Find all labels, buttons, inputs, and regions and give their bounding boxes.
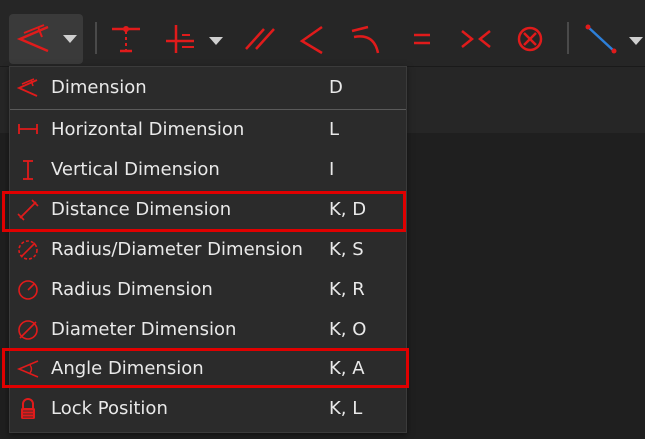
highlight-distance-dimension bbox=[2, 191, 406, 232]
highlight-angle-dimension bbox=[2, 348, 409, 388]
construction-line-icon bbox=[585, 24, 617, 54]
menu-item-shortcut: L bbox=[329, 119, 340, 140]
menu-item-horizontal-dimension[interactable]: Horizontal Dimension L bbox=[10, 111, 406, 149]
tangent-button[interactable] bbox=[348, 14, 384, 64]
parallel-button[interactable] bbox=[242, 14, 278, 64]
block-icon bbox=[517, 26, 543, 52]
chevron-down-icon bbox=[63, 35, 77, 43]
menu-item-shortcut: K, O bbox=[329, 319, 367, 340]
menu-item-shortcut: K, S bbox=[329, 239, 364, 260]
dimension-icon bbox=[16, 24, 49, 53]
symmetric-button[interactable] bbox=[458, 14, 494, 64]
equal-icon bbox=[414, 33, 430, 45]
menu-item-shortcut: K, R bbox=[329, 279, 365, 300]
perpendicular-button[interactable] bbox=[294, 14, 330, 64]
menu-item-label: Dimension bbox=[51, 77, 147, 98]
dimension-icon bbox=[16, 78, 38, 97]
menu-item-shortcut: I bbox=[329, 159, 335, 180]
parallel-icon bbox=[245, 28, 275, 50]
perpendicular-icon bbox=[299, 25, 323, 55]
toolbar-separator bbox=[567, 22, 569, 54]
dimension-dropdown-button[interactable] bbox=[9, 14, 83, 64]
menu-item-radius-diameter-dimension[interactable]: Radius/Diameter Dimension K, S bbox=[10, 231, 406, 269]
horizontal-distance-icon bbox=[112, 26, 140, 53]
vertical-dimension-icon bbox=[23, 160, 33, 180]
menu-item-lock-position[interactable]: Lock Position K, L bbox=[10, 390, 406, 428]
chevron-down-icon[interactable] bbox=[629, 37, 643, 45]
menu-divider bbox=[10, 109, 406, 110]
radius-icon bbox=[18, 280, 38, 300]
chevron-down-icon[interactable] bbox=[209, 37, 223, 45]
horizontal-dimension-icon bbox=[18, 124, 38, 134]
menu-item-label: Radius Dimension bbox=[51, 279, 213, 300]
block-button[interactable] bbox=[512, 14, 548, 64]
equal-button[interactable] bbox=[404, 14, 440, 64]
menu-item-dimension[interactable]: Dimension D bbox=[10, 69, 406, 107]
menu-item-shortcut: K, L bbox=[329, 398, 363, 419]
menu-item-radius-dimension[interactable]: Radius Dimension K, R bbox=[10, 271, 406, 309]
menu-item-label: Radius/Diameter Dimension bbox=[51, 239, 303, 260]
diameter-icon bbox=[18, 320, 38, 340]
tangent-icon bbox=[351, 25, 380, 54]
toggle-construction-button[interactable] bbox=[584, 14, 620, 64]
toolbar-separator bbox=[95, 22, 97, 54]
vertical-constraint-icon bbox=[166, 25, 194, 53]
constraint-toolbar bbox=[0, 0, 645, 66]
menu-item-label: Lock Position bbox=[51, 398, 168, 419]
menu-item-diameter-dimension[interactable]: Diameter Dimension K, O bbox=[10, 311, 406, 349]
menu-item-shortcut: D bbox=[329, 77, 343, 98]
horizontal-distance-button[interactable] bbox=[108, 14, 144, 64]
lock-icon bbox=[21, 398, 35, 419]
menu-item-label: Vertical Dimension bbox=[51, 159, 220, 180]
menu-item-label: Diameter Dimension bbox=[51, 319, 237, 340]
menu-item-vertical-dimension[interactable]: Vertical Dimension I bbox=[10, 151, 406, 189]
symmetric-icon bbox=[461, 30, 491, 48]
vertical-constraint-button[interactable] bbox=[160, 14, 200, 64]
menu-item-label: Horizontal Dimension bbox=[51, 119, 245, 140]
radius-diameter-icon bbox=[18, 240, 38, 260]
